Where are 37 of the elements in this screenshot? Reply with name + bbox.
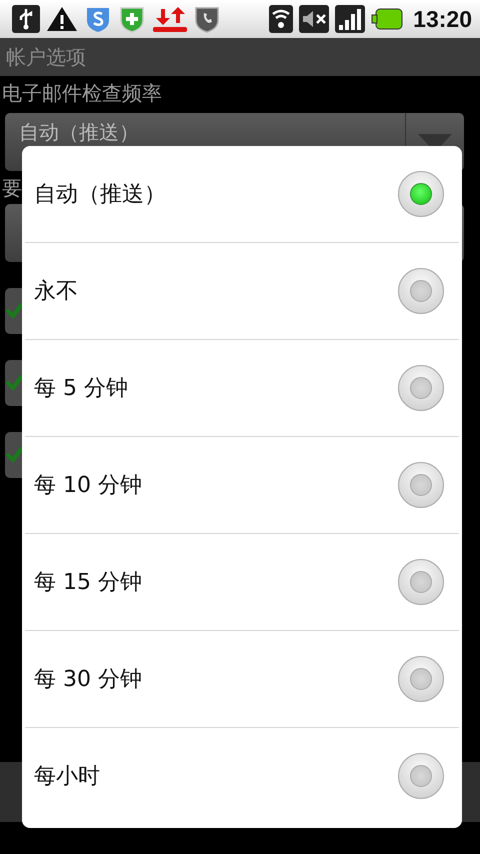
radio-button[interactable] (398, 268, 444, 314)
warning-icon (46, 5, 78, 33)
signal-icon (335, 5, 366, 33)
wifi-icon (269, 5, 294, 33)
option-label: 每 10 分钟 (34, 472, 143, 500)
option-label: 自动（推送） (34, 181, 167, 209)
radio-button[interactable] (398, 462, 444, 508)
setting-label: 电子邮件检查频率 (1, 80, 162, 107)
transfer-arrows-icon (152, 5, 188, 33)
option-row[interactable]: 每小时 (25, 728, 459, 824)
check-icon (5, 301, 22, 321)
mute-icon (299, 5, 330, 33)
radio-button[interactable] (398, 171, 444, 217)
shield-plus-icon (118, 5, 146, 33)
option-row[interactable]: 永不 (25, 243, 459, 340)
clock: 13:20 (413, 6, 472, 32)
shield-phone-icon (194, 5, 220, 33)
option-label: 每 5 分钟 (34, 375, 129, 403)
option-label: 每小时 (34, 763, 101, 791)
setting-label: 要 (1, 175, 22, 202)
option-row[interactable]: 每 15 分钟 (25, 534, 459, 631)
option-label: 永不 (34, 278, 79, 306)
option-row[interactable]: 每 30 分钟 (25, 631, 459, 728)
screen-title: 帐户选项 (6, 44, 86, 70)
radio-button[interactable] (398, 559, 444, 605)
radio-button[interactable] (398, 753, 444, 799)
option-row[interactable]: 每 10 分钟 (25, 437, 459, 534)
radio-button[interactable] (398, 656, 444, 702)
option-row[interactable]: 每 5 分钟 (25, 340, 459, 437)
option-label: 每 30 分钟 (34, 666, 143, 694)
radio-button[interactable] (398, 365, 444, 411)
option-label: 每 15 分钟 (34, 569, 143, 597)
check-icon (5, 373, 22, 393)
shield-icon (84, 5, 112, 33)
check-icon (5, 445, 22, 465)
option-row[interactable]: 自动（推送） (25, 146, 459, 243)
usb-icon (12, 5, 40, 33)
